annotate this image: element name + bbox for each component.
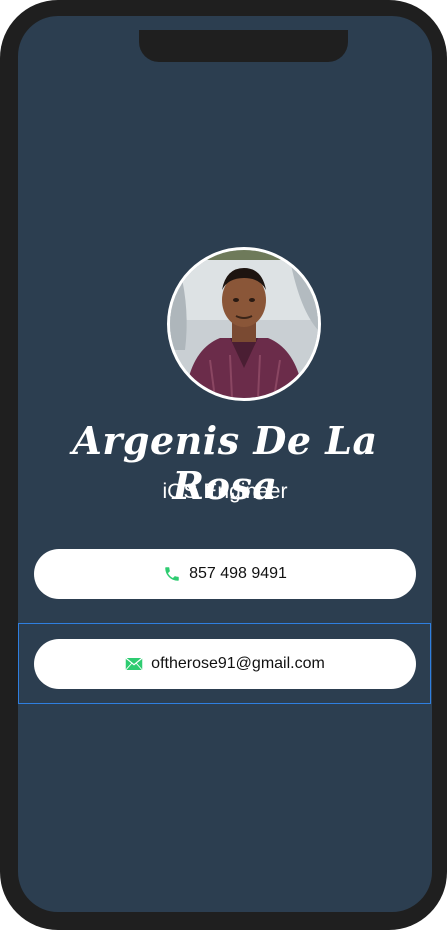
email-card[interactable]: oftherose91@gmail.com: [34, 639, 416, 689]
avatar: [167, 247, 321, 401]
profile-photo: [170, 250, 318, 398]
email-address: oftherose91@gmail.com: [151, 655, 325, 672]
envelope-icon: [125, 657, 143, 671]
phone-icon: [165, 567, 179, 581]
device-notch: [139, 30, 348, 62]
profile-title: iOS Engineer: [162, 480, 288, 503]
phone-card[interactable]: 857 498 9491: [34, 549, 416, 599]
phone-number: 857 498 9491: [189, 565, 287, 582]
